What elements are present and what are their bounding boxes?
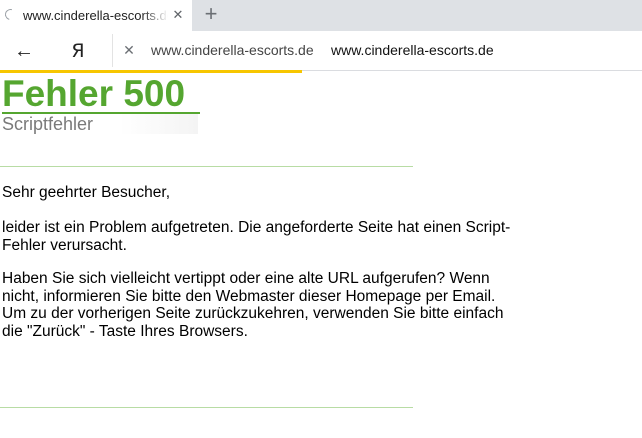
address-input[interactable]	[331, 40, 631, 60]
clear-address-icon[interactable]: ✕	[121, 42, 137, 58]
page-title: Fehler 500	[2, 75, 200, 114]
divider-bottom	[0, 407, 413, 408]
greeting-text: Sehr geehrter Besucher,	[2, 184, 171, 201]
loading-spinner-icon	[2, 6, 19, 23]
address-bar[interactable]: ✕ www.cinderella-escorts.de	[112, 34, 642, 67]
tab-title: www.cinderella-escorts.de	[23, 8, 168, 23]
plus-icon[interactable]: +	[200, 3, 222, 26]
arrow-left-icon[interactable]: ←	[12, 39, 36, 63]
divider-top	[0, 166, 413, 167]
help-instructions: Haben Sie sich vielleicht vertippt oder …	[2, 270, 504, 340]
error-page: Fehler 500 Scriptfehler Sehr geehrter Be…	[0, 73, 642, 438]
page-subtitle: Scriptfehler	[2, 114, 198, 134]
browser-tab[interactable]: www.cinderella-escorts.de ✕	[0, 0, 192, 31]
close-icon[interactable]: ✕	[170, 7, 186, 23]
browser-toolbar: ← Я ✕ www.cinderella-escorts.de	[0, 31, 642, 71]
error-description: leider ist ein Problem aufgetreten. Die …	[2, 219, 511, 254]
yandex-logo-icon[interactable]: Я	[66, 39, 90, 63]
site-host-label[interactable]: www.cinderella-escorts.de	[151, 42, 314, 58]
tab-strip: www.cinderella-escorts.de ✕ +	[0, 0, 642, 31]
